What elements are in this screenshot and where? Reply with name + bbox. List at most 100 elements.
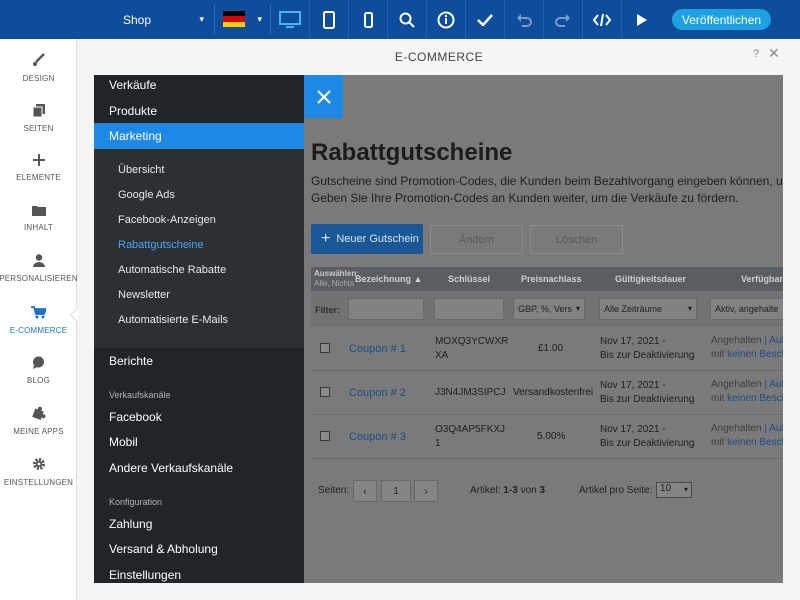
sidebar-item-personalisieren[interactable]: PERSONALISIEREN bbox=[0, 243, 78, 293]
filter-discount-select[interactable]: GBP, %, Vers ▾ bbox=[513, 298, 585, 320]
play-icon[interactable] bbox=[622, 0, 661, 39]
nav-sub-facebook-anzeigen[interactable]: Facebook-Anzeigen bbox=[118, 214, 216, 226]
nav-sub-automatische-rabatte[interactable]: Automatische Rabatte bbox=[118, 264, 226, 276]
status-text: mit bbox=[711, 349, 725, 360]
coupon-name-link[interactable]: Coupon # 3 bbox=[349, 430, 406, 444]
coupon-name-link[interactable]: Coupon # 1 bbox=[349, 342, 406, 356]
column-header-validity[interactable]: Gültigkeitsdauer bbox=[615, 267, 686, 291]
help-icon[interactable]: ? bbox=[753, 48, 759, 60]
coupon-status: Angehalten | Auf mit keinen Besch bbox=[711, 378, 783, 406]
nav-item-zahlung[interactable]: Zahlung bbox=[94, 511, 304, 537]
check-icon[interactable] bbox=[466, 0, 505, 39]
sidebar-item-einstellungen[interactable]: EINSTELLUNGEN bbox=[0, 447, 77, 497]
sidebar-item-elemente[interactable]: ELEMENTE bbox=[0, 143, 77, 193]
nav-heading-konfiguration: Konfiguration bbox=[109, 497, 163, 507]
filter-name-input[interactable] bbox=[348, 298, 424, 320]
column-header-discount[interactable]: Preisnachlass bbox=[521, 267, 582, 291]
close-icon[interactable] bbox=[304, 75, 343, 118]
chevron-down-icon: ▾ bbox=[199, 14, 204, 24]
next-page-button[interactable]: › bbox=[414, 480, 438, 502]
redo-icon[interactable] bbox=[544, 0, 583, 39]
coupon-discount: 5.00% bbox=[537, 431, 566, 442]
nav-sub-newsletter[interactable]: Newsletter bbox=[118, 289, 170, 301]
delete-button[interactable]: Löschen bbox=[530, 225, 623, 254]
close-icon[interactable]: ✕ bbox=[768, 45, 780, 62]
tablet-icon[interactable] bbox=[310, 0, 349, 39]
per-page-label: Artikel pro Seite: bbox=[579, 485, 653, 496]
undo-icon[interactable] bbox=[505, 0, 544, 39]
language-selector[interactable]: ▾ bbox=[215, 5, 271, 34]
column-header-availability[interactable]: Verfügbar bbox=[741, 267, 783, 291]
validity-line: Bis zur Deaktivierung bbox=[600, 350, 695, 361]
desktop-icon[interactable] bbox=[271, 0, 310, 39]
nav-item-einstellungen[interactable]: Einstellungen bbox=[94, 562, 304, 583]
coupon-name-link[interactable]: Coupon # 2 bbox=[349, 386, 406, 400]
restriction-link[interactable]: keinen Besch bbox=[727, 349, 783, 360]
select-options[interactable]: Alle, Nichts bbox=[314, 279, 354, 288]
pages-icon bbox=[32, 103, 45, 119]
new-coupon-button[interactable]: + Neuer Gutschein bbox=[311, 224, 423, 254]
filter-period-select[interactable]: Alle Zeiträume ▾ bbox=[599, 298, 697, 320]
search-icon[interactable] bbox=[388, 0, 427, 39]
mobile-icon[interactable] bbox=[349, 0, 388, 39]
table-row: Coupon # 1 MOXQ3YCWXR XA £1.00 Nov 17, 2… bbox=[311, 327, 783, 371]
sidebar-item-inhalt[interactable]: INHALT bbox=[0, 193, 77, 243]
coupon-discount: Versandkostenfrei bbox=[513, 387, 594, 398]
activate-link[interactable]: | Auf bbox=[764, 379, 783, 390]
info-icon[interactable] bbox=[427, 0, 466, 39]
nav-item-andere-verkaufskanaele[interactable]: Andere Verkaufskanäle bbox=[94, 455, 304, 481]
coupon-key: MOXQ3YCWXR XA bbox=[435, 335, 508, 363]
filter-availability-select[interactable]: Aktiv, angehalte bbox=[710, 298, 783, 320]
description-line: Geben Sie Ihre Promotion-Codes an Kunden… bbox=[311, 191, 739, 205]
coupon-status: Angehalten | Auf mit keinen Besch bbox=[711, 422, 783, 450]
nav-item-berichte[interactable]: Berichte bbox=[94, 348, 304, 374]
sidebar-item-meine-apps[interactable]: MEINE APPS bbox=[0, 396, 77, 446]
filter-key-input[interactable] bbox=[434, 298, 504, 320]
sidebar-item-label: SEITEN bbox=[23, 123, 54, 133]
chevron-down-icon: ▾ bbox=[257, 14, 262, 24]
page-number-input[interactable]: 1 bbox=[381, 480, 411, 502]
code-icon[interactable] bbox=[583, 0, 622, 39]
activate-link[interactable]: | Auf bbox=[764, 335, 783, 346]
per-page-select[interactable]: 10 ▾ bbox=[656, 482, 692, 498]
articles-prefix: Artikel: bbox=[470, 485, 501, 496]
chevron-right-icon: › bbox=[424, 484, 428, 498]
puzzle-icon bbox=[31, 406, 46, 422]
filter-period-value: Alle Zeiträume bbox=[604, 304, 663, 314]
brush-icon bbox=[32, 53, 46, 69]
row-checkbox[interactable] bbox=[320, 431, 330, 441]
column-header-key[interactable]: Schlüssel bbox=[448, 267, 490, 291]
change-button[interactable]: Ändern bbox=[430, 225, 523, 254]
row-checkbox[interactable] bbox=[320, 343, 330, 353]
chevron-left-icon: ‹ bbox=[363, 484, 367, 498]
table-row: Coupon # 2 J3N4JM3SIPCJ Versandkostenfre… bbox=[311, 371, 783, 415]
coupon-key-line: J3N4JM3SIPCJ bbox=[435, 387, 506, 398]
nav-item-versand-abholung[interactable]: Versand & Abholung bbox=[94, 536, 304, 562]
select-all-control[interactable]: Auswählen: Alle, Nichts bbox=[314, 269, 359, 289]
site-selector[interactable]: Shop ▾ bbox=[112, 5, 215, 34]
publish-button[interactable]: Veröffentlichen bbox=[672, 9, 771, 30]
restriction-link[interactable]: keinen Besch bbox=[727, 437, 783, 448]
sidebar-item-label: MEINE APPS bbox=[13, 427, 64, 436]
sidebar-item-seiten[interactable]: SEITEN bbox=[0, 93, 77, 143]
nav-sub-google-ads[interactable]: Google Ads bbox=[118, 189, 175, 201]
prev-page-button[interactable]: ‹ bbox=[353, 480, 377, 502]
row-checkbox[interactable] bbox=[320, 387, 330, 397]
nav-item-produkte[interactable]: Produkte bbox=[94, 98, 304, 124]
sidebar-item-ecommerce[interactable]: E-COMMERCE bbox=[0, 295, 77, 345]
sidebar-item-label: ELEMENTE bbox=[16, 173, 61, 182]
nav-sub-uebersicht[interactable]: Übersicht bbox=[118, 164, 164, 176]
nav-item-facebook[interactable]: Facebook bbox=[94, 404, 304, 430]
speech-bubble-icon bbox=[32, 356, 45, 371]
nav-sub-rabattgutscheine[interactable]: Rabattgutscheine bbox=[118, 239, 204, 251]
activate-link[interactable]: | Auf bbox=[764, 423, 783, 434]
status-text: Angehalten bbox=[711, 379, 762, 390]
nav-item-verkaeufe[interactable]: Verkäufe bbox=[94, 75, 304, 98]
column-header-name[interactable]: Bezeichnung ▲ bbox=[355, 267, 422, 291]
restriction-link[interactable]: keinen Besch bbox=[727, 393, 783, 404]
sidebar-item-design[interactable]: DESIGN bbox=[0, 43, 77, 93]
nav-item-mobil[interactable]: Mobil bbox=[94, 429, 304, 455]
sidebar-item-blog[interactable]: BLOG bbox=[0, 345, 77, 395]
nav-sub-automatisierte-emails[interactable]: Automatisierte E-Mails bbox=[118, 314, 228, 326]
nav-item-marketing[interactable]: Marketing bbox=[94, 123, 304, 149]
